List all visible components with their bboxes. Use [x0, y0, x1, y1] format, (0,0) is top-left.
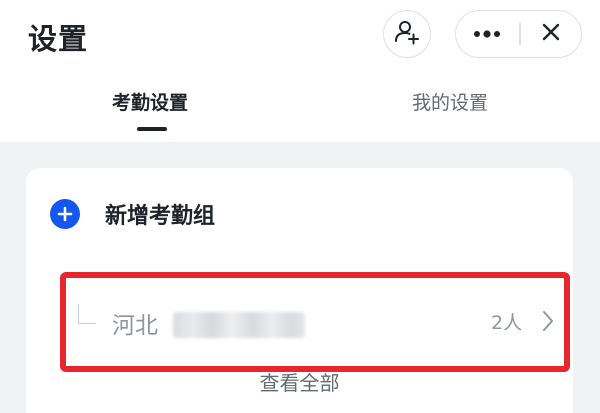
attendance-group-row[interactable]: 河北 2人 [60, 272, 570, 372]
close-icon [541, 22, 561, 46]
group-name: 河北 [112, 313, 158, 339]
view-all-link[interactable]: 查看全部 [26, 367, 573, 396]
content-area: 新增考勤组 河北 2人 查看全部 [0, 142, 600, 413]
mini-program-capsule [455, 10, 582, 58]
more-dots-icon [472, 24, 502, 43]
add-user-button[interactable] [383, 10, 431, 58]
page-title: 设置 [28, 22, 89, 56]
tab-my-settings[interactable]: 我的设置 [395, 88, 505, 115]
active-tab-indicator [137, 127, 167, 131]
chevron-right-icon [540, 309, 556, 333]
add-group-label: 新增考勤组 [105, 204, 216, 229]
close-button[interactable] [520, 11, 582, 56]
add-attendance-group-button[interactable]: 新增考勤组 [50, 198, 215, 230]
more-button[interactable] [456, 11, 518, 56]
header-bar: 设置 [0, 0, 600, 70]
tab-bar: 考勤设置 我的设置 [0, 70, 600, 142]
attendance-group-card: 新增考勤组 河北 2人 查看全部 [26, 168, 573, 413]
add-user-icon [394, 19, 420, 49]
redacted-text [173, 312, 305, 338]
member-count: 2人 [491, 312, 523, 334]
plus-icon [50, 199, 80, 229]
tree-connector-icon [78, 304, 96, 324]
tab-attendance-settings[interactable]: 考勤设置 [95, 88, 205, 115]
